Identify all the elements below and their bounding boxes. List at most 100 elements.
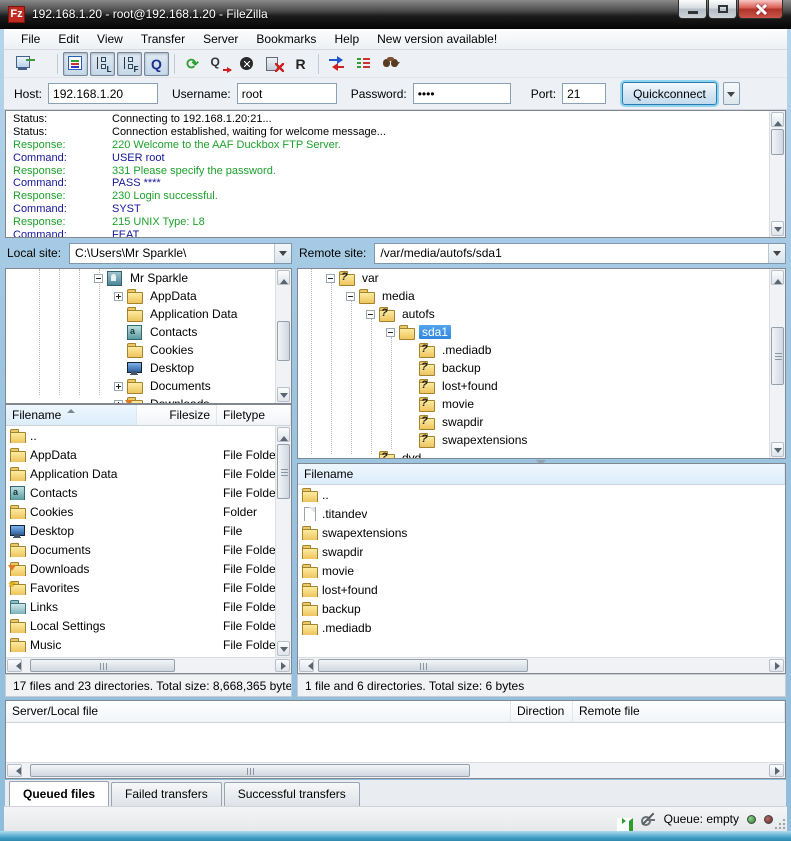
scroll-left-button[interactable] <box>299 659 314 672</box>
scroll-down-button[interactable] <box>771 221 784 236</box>
scroll-down-button[interactable] <box>277 387 290 402</box>
menu-item-transfer[interactable]: Transfer <box>132 30 194 48</box>
scroll-thumb[interactable] <box>277 444 290 499</box>
menu-item-edit[interactable]: Edit <box>49 30 88 48</box>
remote-directory-tree[interactable]: var media autofs sda1 .mediadb backup lo… <box>297 268 786 459</box>
disconnect-button[interactable] <box>261 52 286 76</box>
file-row[interactable]: DesktopFile <box>6 521 291 540</box>
host-input[interactable] <box>48 83 158 104</box>
scroll-thumb[interactable] <box>30 764 470 777</box>
queue-hscrollbar[interactable] <box>6 762 785 778</box>
scroll-left-button[interactable] <box>7 659 22 672</box>
tree-item-var[interactable]: var <box>298 269 785 287</box>
file-row[interactable]: lost+found <box>298 580 785 599</box>
scroll-down-button[interactable] <box>277 641 290 656</box>
menu-item-server[interactable]: Server <box>194 30 247 48</box>
toggle-remote-tree-button[interactable]: F <box>117 52 142 76</box>
column-header-filename[interactable]: Filename <box>298 464 785 484</box>
username-input[interactable] <box>237 83 337 104</box>
port-input[interactable] <box>562 83 606 104</box>
toggle-message-log-button[interactable] <box>63 52 88 76</box>
remote-file-list[interactable]: Filename .. .titandev swapextensions swa… <box>297 463 786 674</box>
column-header-filesize[interactable]: Filesize <box>137 405 217 425</box>
file-row[interactable]: .mediadb <box>298 618 785 637</box>
maximize-button[interactable] <box>708 0 737 19</box>
file-row[interactable]: backup <box>298 599 785 618</box>
refresh-button[interactable]: ⟳ <box>180 52 205 76</box>
scroll-thumb[interactable] <box>277 321 290 361</box>
close-button[interactable] <box>738 0 783 19</box>
tab-failed-transfers[interactable]: Failed transfers <box>111 782 222 806</box>
file-row[interactable]: MusicFile Folder <box>6 635 291 654</box>
cancel-button[interactable] <box>234 52 259 76</box>
file-row[interactable]: DocumentsFile Folder <box>6 540 291 559</box>
tree-item-appdata[interactable]: AppData <box>6 287 291 305</box>
file-row[interactable]: .. <box>6 426 291 445</box>
site-manager-dropdown-button[interactable] <box>38 52 52 76</box>
resize-grip[interactable] <box>773 817 786 830</box>
expand-expander[interactable] <box>114 382 123 391</box>
tab-successful-transfers[interactable]: Successful transfers <box>224 782 360 806</box>
toggle-local-tree-button[interactable]: L <box>90 52 115 76</box>
password-input[interactable] <box>413 83 511 104</box>
scroll-right-button[interactable] <box>769 764 784 777</box>
menu-item-help[interactable]: Help <box>325 30 368 48</box>
scroll-left-button[interactable] <box>7 764 22 777</box>
tree-item-desktop[interactable]: Desktop <box>6 359 291 377</box>
column-header-direction[interactable]: Direction <box>511 701 573 722</box>
collapse-expander[interactable] <box>346 292 355 301</box>
file-row[interactable]: Local SettingsFile Folder <box>6 616 291 635</box>
tree-item-contacts[interactable]: Contacts <box>6 323 291 341</box>
scroll-right-button[interactable] <box>275 659 290 672</box>
scroll-thumb[interactable] <box>771 327 784 385</box>
column-header-remote-file[interactable]: Remote file <box>573 701 785 722</box>
tree-item-application-data[interactable]: Application Data <box>6 305 291 323</box>
tree-item-mr-sparkle[interactable]: Mr Sparkle <box>6 269 291 287</box>
site-manager-button[interactable] <box>11 52 36 76</box>
log-scrollbar[interactable] <box>769 111 785 237</box>
menu-item-bookmarks[interactable]: Bookmarks <box>247 30 325 48</box>
file-row[interactable]: AppDataFile Folder <box>6 445 291 464</box>
file-row[interactable]: .titandev <box>298 504 785 523</box>
file-row[interactable]: Application DataFile Folder <box>6 464 291 483</box>
remote-list-hscrollbar[interactable] <box>298 657 785 673</box>
tree-item-documents[interactable]: Documents <box>6 377 291 395</box>
collapse-expander[interactable] <box>94 274 103 283</box>
message-log[interactable]: Status:Connecting to 192.168.1.20:21... … <box>5 110 786 238</box>
collapse-expander[interactable] <box>366 310 375 319</box>
process-queue-button[interactable]: Q <box>207 52 232 76</box>
remote-tree-scrollbar[interactable] <box>769 269 785 458</box>
local-list-scrollbar[interactable] <box>275 426 291 657</box>
quickconnect-button[interactable]: Quickconnect <box>622 82 717 105</box>
file-row[interactable]: LinksFile Folder <box>6 597 291 616</box>
file-row[interactable]: FavoritesFile Folder <box>6 578 291 597</box>
local-directory-tree[interactable]: Mr Sparkle AppData Application Data Cont… <box>5 268 292 404</box>
scroll-down-button[interactable] <box>771 442 784 457</box>
scroll-thumb[interactable] <box>318 659 528 672</box>
expand-expander[interactable] <box>114 292 123 301</box>
column-header-server-local-file[interactable]: Server/Local file <box>6 701 511 722</box>
quickconnect-dropdown-button[interactable] <box>723 82 740 105</box>
file-row[interactable]: CookiesFolder <box>6 502 291 521</box>
local-list-hscrollbar[interactable] <box>6 657 291 673</box>
toggle-queue-button[interactable]: Q <box>144 52 169 76</box>
collapse-expander[interactable] <box>386 328 395 337</box>
transfer-queue[interactable]: Server/Local file Direction Remote file <box>5 700 786 779</box>
file-row[interactable]: swapextensions <box>298 523 785 542</box>
file-row[interactable]: ContactsFile Folder <box>6 483 291 502</box>
file-row[interactable]: DownloadsFile Folder <box>6 559 291 578</box>
menu-item-new-version[interactable]: New version available! <box>368 30 506 48</box>
minimize-button[interactable] <box>678 0 707 19</box>
scroll-up-button[interactable] <box>277 427 290 442</box>
tree-item-downloads[interactable]: Downloads <box>6 395 291 404</box>
menu-item-file[interactable]: File <box>12 30 49 48</box>
file-row[interactable]: .. <box>298 485 785 504</box>
collapse-expander[interactable] <box>326 274 335 283</box>
scroll-right-button[interactable] <box>769 659 784 672</box>
menu-item-view[interactable]: View <box>88 30 132 48</box>
file-row[interactable]: movie <box>298 561 785 580</box>
tab-queued-files[interactable]: Queued files <box>9 781 109 806</box>
titlebar[interactable]: Fz 192.168.1.20 - root@192.168.1.20 - Fi… <box>0 0 791 29</box>
remote-site-combobox[interactable]: /var/media/autofs/sda1 <box>374 243 786 264</box>
directory-comparison-button[interactable] <box>324 52 349 76</box>
